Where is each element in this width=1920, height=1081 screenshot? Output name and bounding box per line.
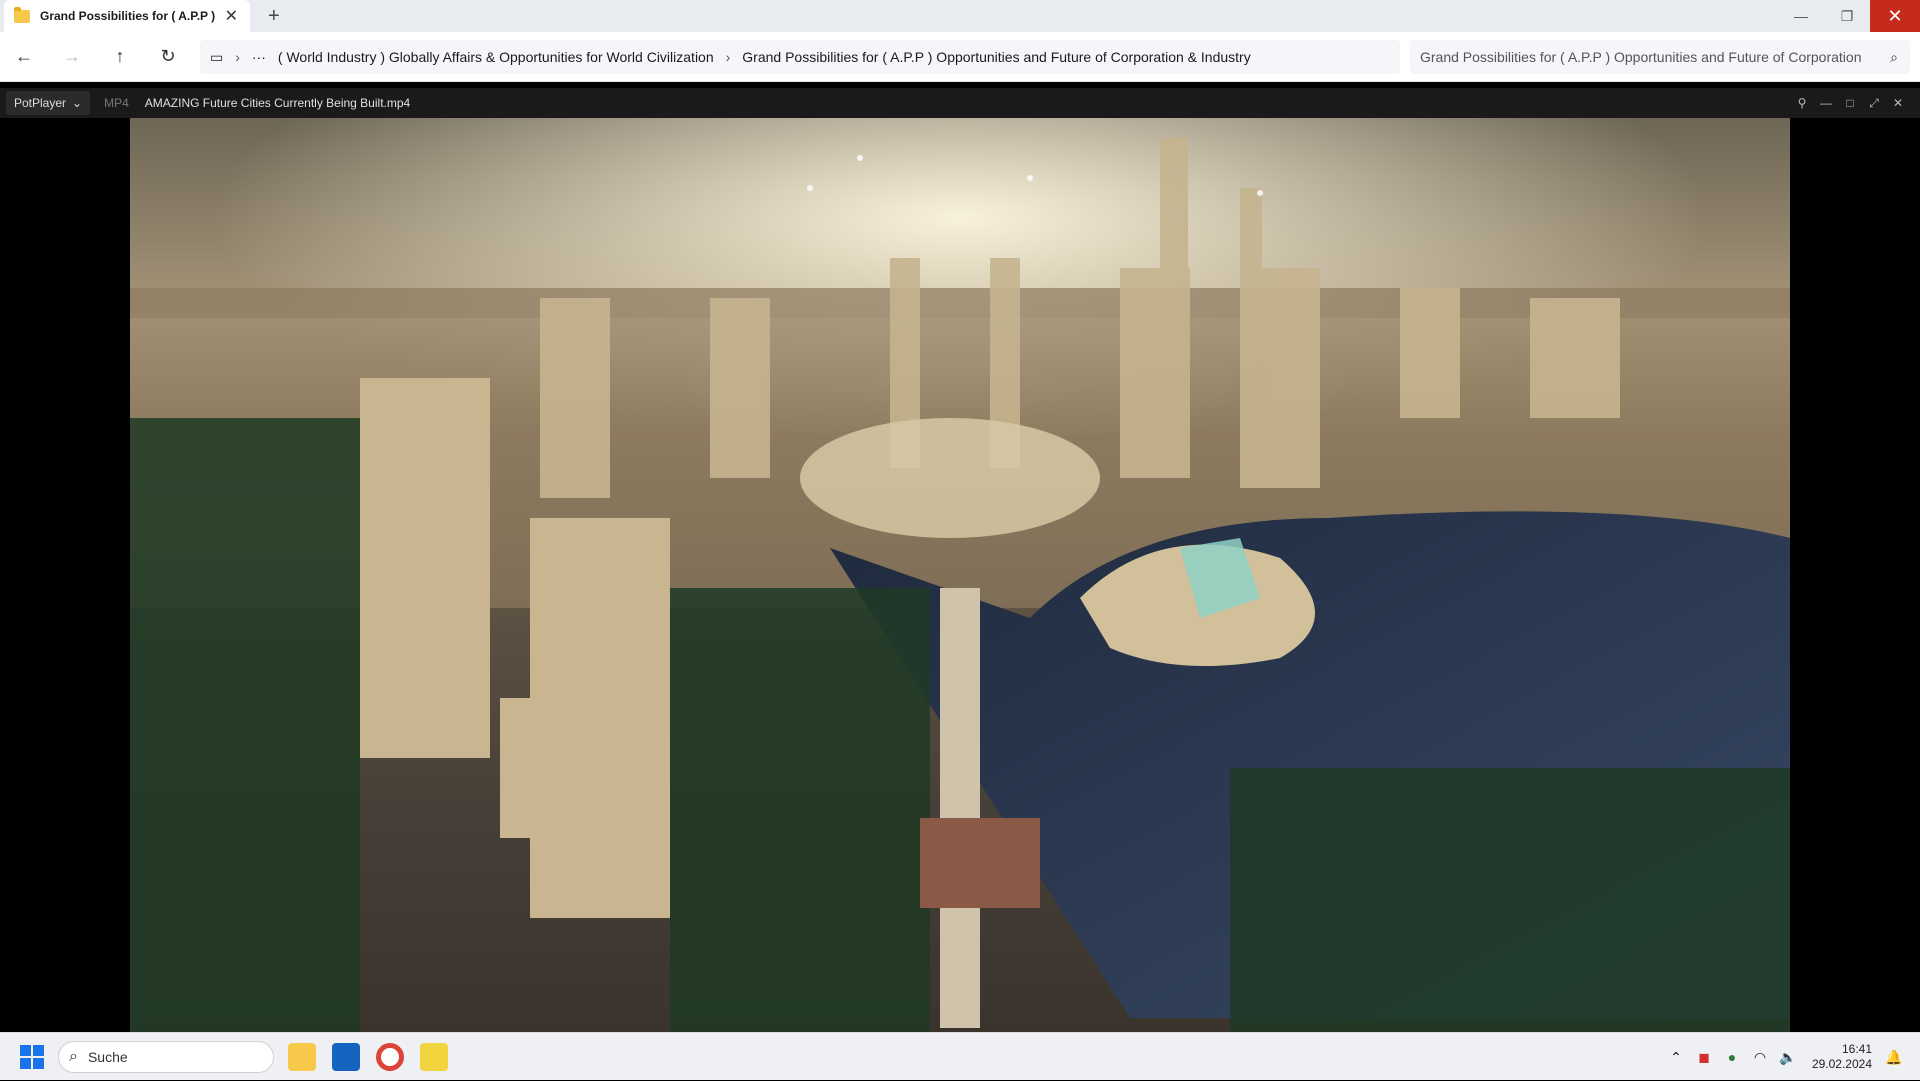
wifi-icon[interactable]: ◠ [1746, 1049, 1774, 1066]
video-area[interactable] [0, 118, 1920, 1032]
video-frame [130, 118, 1790, 1032]
chevron-down-icon: ⌄ [72, 96, 83, 110]
chevron-right-icon: › [235, 49, 240, 65]
chevron-up-icon[interactable]: ⌃ [1662, 1049, 1690, 1066]
back-button[interactable]: ← [0, 46, 48, 67]
potplayer-icon[interactable] [420, 1043, 448, 1071]
chevron-right-icon: › [725, 49, 731, 65]
address-bar: ← → ↑ ↻ ▭ › ··· ( World Industry ) Globa… [0, 32, 1920, 82]
close-player-button[interactable]: ✕ [1886, 96, 1910, 110]
security-icon[interactable]: ● [1718, 1049, 1746, 1065]
breadcrumb-item-grand-possibilities[interactable]: Grand Possibilities for ( A.P.P ) Opport… [742, 49, 1250, 65]
up-button[interactable]: ↑ [96, 46, 144, 67]
taskbar-search-input[interactable]: ⌕ Suche [58, 1041, 274, 1073]
date: 29.02.2024 [1811, 1057, 1872, 1071]
fullscreen-icon[interactable]: ⤢ [1862, 96, 1886, 111]
monitor-icon: ▭ [210, 48, 224, 65]
format-badge: MP4 [104, 96, 129, 110]
refresh-button[interactable]: ↻ [144, 46, 192, 67]
chrome-icon[interactable] [376, 1043, 404, 1071]
search-text: Grand Possibilities for ( A.P.P ) Opport… [1420, 49, 1862, 65]
start-button[interactable] [20, 1045, 44, 1069]
minimize-button[interactable]: — [1778, 0, 1824, 32]
taskbar: ⌕ Suche ⌃ ◼ ● ◠ 🔈 16:41 29.02.2024 🔔 [0, 1032, 1920, 1080]
player-title-bar: PotPlayer ⌄ MP4 AMAZING Future Cities Cu… [0, 88, 1920, 118]
minimize-button[interactable]: — [1814, 96, 1838, 110]
file-title: AMAZING Future Cities Currently Being Bu… [144, 96, 411, 110]
search-label: Suche [87, 1049, 128, 1065]
breadcrumb-item-world-industry[interactable]: ( World Industry ) Globally Affairs & Op… [278, 49, 714, 65]
app-tray-icon[interactable]: ◼ [1690, 1049, 1718, 1066]
search-input[interactable]: Grand Possibilities for ( A.P.P ) Opport… [1410, 40, 1910, 74]
clock[interactable]: 16:41 29.02.2024 [1812, 1042, 1872, 1072]
tab-title: Grand Possibilities for ( A.P.P ) [40, 9, 216, 23]
window-controls: — ❐ ✕ [1778, 0, 1920, 32]
notification-bell-icon[interactable]: 🔔 [1880, 1049, 1908, 1066]
pin-icon[interactable]: ⚲ [1790, 96, 1814, 110]
system-tray: ⌃ ◼ ● ◠ 🔈 16:41 29.02.2024 🔔 [1662, 1033, 1908, 1081]
maximize-button[interactable]: □ [1838, 96, 1862, 110]
store-icon[interactable] [332, 1043, 360, 1071]
restore-button[interactable]: ❐ [1824, 0, 1870, 32]
forward-button[interactable]: → [48, 46, 96, 67]
breadcrumb[interactable]: ▭ › ··· ( World Industry ) Globally Affa… [200, 40, 1400, 74]
time: 16:41 [1841, 1042, 1872, 1056]
close-tab-icon[interactable]: ✕ [225, 6, 238, 26]
folder-icon [14, 6, 30, 23]
app-name: PotPlayer [14, 96, 67, 110]
player-window-controls: ⚲ — □ ⤢ ✕ [1790, 88, 1910, 118]
explorer-tab-bar: Grand Possibilities for ( A.P.P ) ✕ + — … [0, 0, 1920, 32]
file-explorer-icon[interactable] [288, 1043, 316, 1071]
new-tab-button[interactable]: + [268, 5, 280, 28]
close-window-button[interactable]: ✕ [1870, 0, 1920, 32]
more-icon[interactable]: ··· [252, 49, 266, 65]
search-icon[interactable]: ⌕ [1890, 49, 1898, 66]
city-render-image [130, 118, 1790, 1032]
player-menu-button[interactable]: PotPlayer ⌄ [6, 91, 91, 115]
explorer-tab[interactable]: Grand Possibilities for ( A.P.P ) ✕ [4, 0, 250, 32]
volume-icon[interactable]: 🔈 [1774, 1049, 1802, 1066]
search-icon: ⌕ [69, 1048, 78, 1065]
